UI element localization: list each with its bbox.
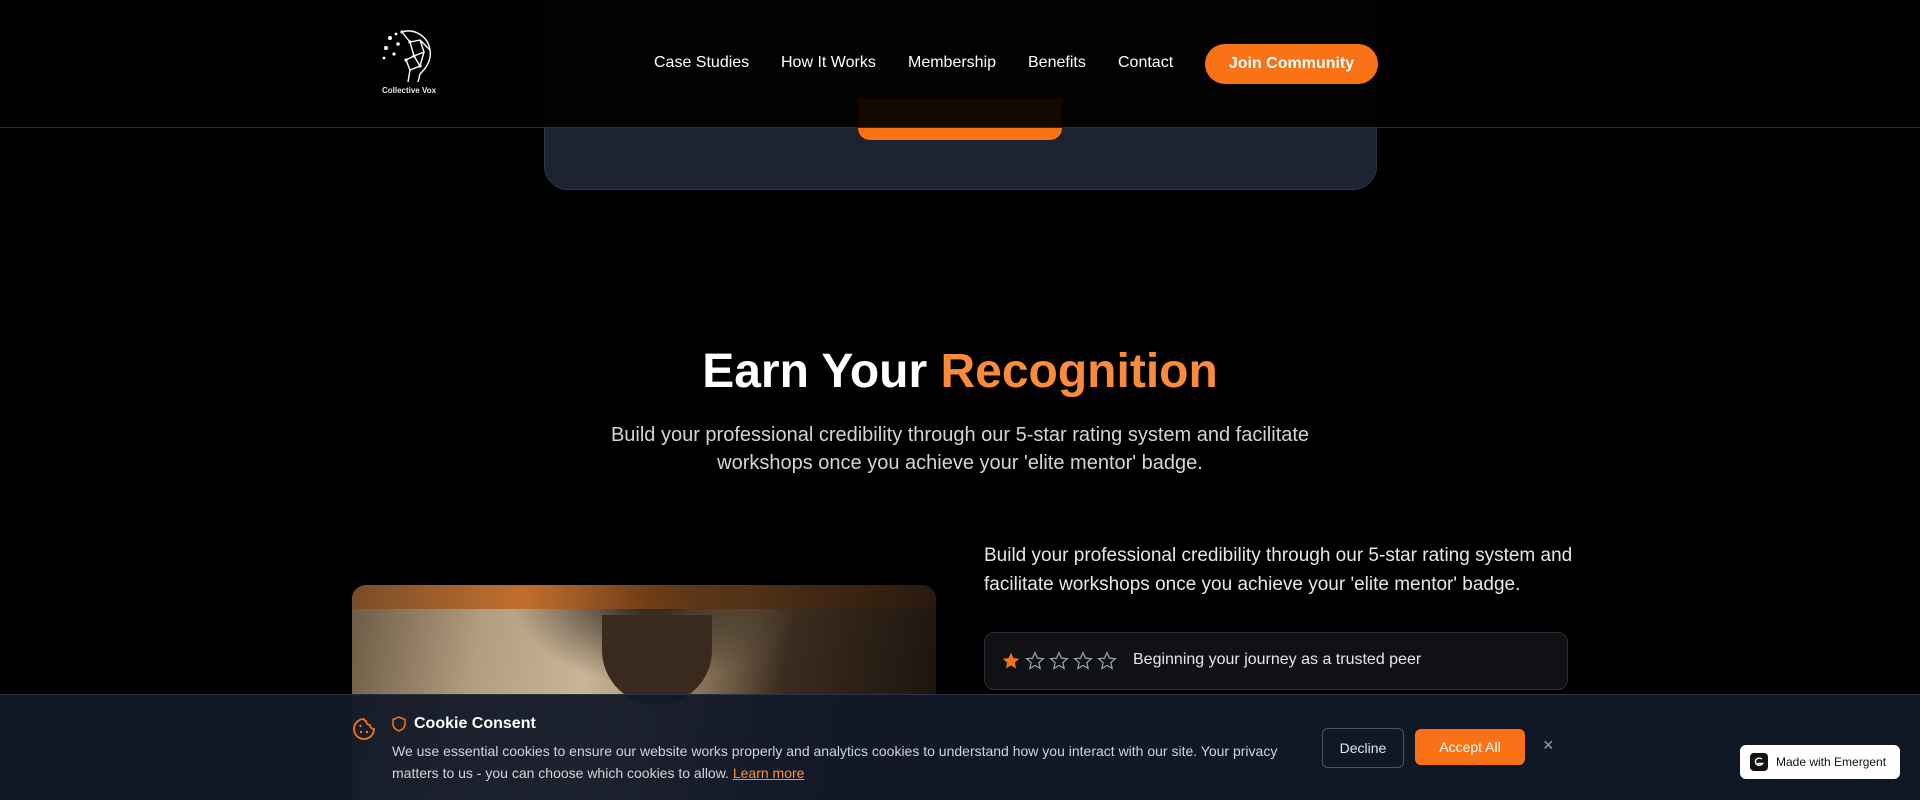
star-empty-icon [1097,651,1117,670]
star-empty-icon [1073,651,1093,670]
cookie-body-text: We use essential cookies to ensure our w… [392,743,1278,781]
photo-top-shade [352,585,936,609]
nav-how-it-works[interactable]: How It Works [781,54,876,72]
cookie-title-row: Cookie Consent [392,715,536,733]
section-title-main: Earn Your [702,345,928,398]
cookie-consent-banner: Cookie Consent We use essential cookies … [0,694,1920,800]
cookie-icon [353,718,375,740]
rating-label: Beginning your journey as a trusted peer [1133,651,1422,668]
cookie-message: We use essential cookies to ensure our w… [392,740,1292,784]
close-icon[interactable]: × [1543,735,1554,756]
section-subtitle: Build your professional credibility thro… [610,424,1310,474]
accept-all-button[interactable]: Accept All [1415,729,1525,765]
photo-collar-shadow [602,615,712,705]
brand-logo[interactable]: Collective Vox [378,26,438,98]
nav-membership[interactable]: Membership [908,54,996,72]
rating-card[interactable]: Beginning your journey as a trusted peer [984,632,1568,690]
decline-button[interactable]: Decline [1322,728,1404,768]
nav-benefits[interactable]: Benefits [1028,54,1086,72]
nav-contact[interactable]: Contact [1118,54,1173,72]
section-title: Earn Your Recognition [0,344,1920,399]
nav-case-studies[interactable]: Case Studies [654,54,749,72]
section-title-accent: Recognition [940,345,1218,398]
star-filled-icon [1002,652,1020,669]
star-empty-icon [1049,651,1069,670]
join-community-button[interactable]: Join Community [1205,44,1378,84]
emergent-logo-icon [1750,753,1768,771]
star-rating [1001,651,1117,671]
site-header: Collective Vox Case Studies How It Works… [0,0,1920,128]
made-with-emergent-badge[interactable]: Made with Emergent [1740,745,1900,779]
star-empty-icon [1025,651,1045,670]
detail-description: Build your professional credibility thro… [984,545,1573,595]
learn-more-link[interactable]: Learn more [733,765,805,781]
badge-label: Made with Emergent [1776,755,1887,769]
brand-name: Collective Vox [381,86,437,95]
shield-icon [392,716,406,732]
logo-head-icon [382,30,432,83]
cookie-title: Cookie Consent [414,715,536,732]
